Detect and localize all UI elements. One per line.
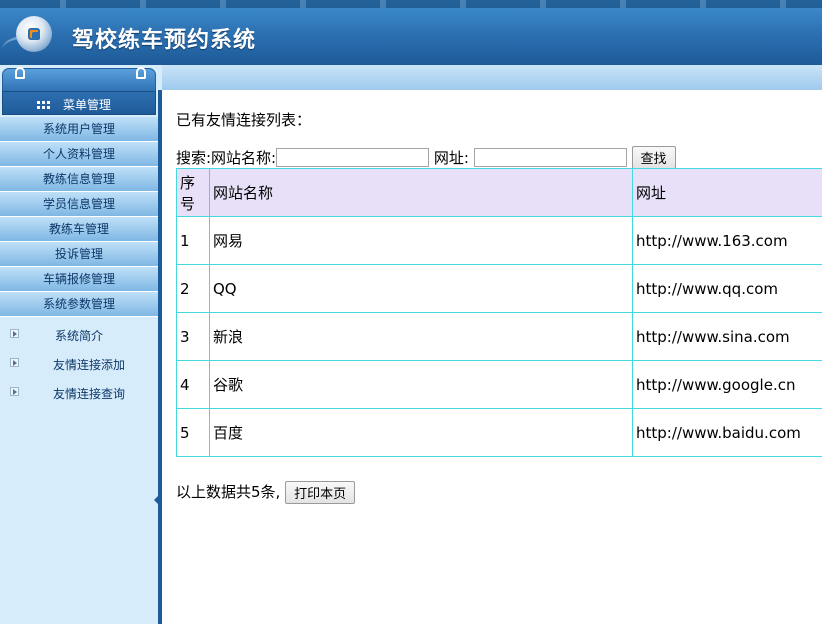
cell-index: 5	[176, 408, 210, 457]
cell-site-name: 新浪	[209, 312, 633, 361]
app-header: 驾校练车预约系统	[0, 0, 822, 65]
sidebar: 菜单管理 系统用户管理 个人资料管理 教练信息管理 学员信息管理 教练车管理 投…	[0, 65, 162, 624]
menu-grid-icon	[37, 101, 50, 109]
site-url-input[interactable]	[473, 148, 627, 167]
app-title: 驾校练车预约系统	[72, 27, 257, 53]
search-name-label: 搜索:网站名称:	[176, 149, 277, 167]
subitem-label: 系统简介	[54, 329, 103, 343]
cell-site-name: 网易	[209, 216, 633, 265]
cell-url: http://www.baidu.com	[632, 408, 822, 457]
cell-url: http://www.qq.com	[632, 264, 822, 313]
table-footer: 以上数据共5条, 打印本页	[176, 481, 356, 504]
header-top-strip	[0, 0, 822, 8]
binder-ring-icon	[136, 67, 146, 79]
sidebar-item-profile[interactable]: 个人资料管理	[0, 142, 158, 167]
binder-ring-icon	[15, 67, 25, 79]
header-site-name: 网站名称	[209, 168, 633, 217]
search-url-label: 网址:	[433, 149, 469, 167]
app-logo-icon	[2, 6, 56, 60]
collapse-handle[interactable]	[154, 496, 158, 504]
sidebar-item-repairs[interactable]: 车辆报修管理	[0, 267, 158, 292]
sidebar-item-coaches[interactable]: 教练信息管理	[0, 167, 158, 192]
cell-site-name: QQ	[209, 264, 633, 313]
header-index: 序号	[176, 168, 210, 217]
cell-index: 4	[176, 360, 210, 409]
subitem-system-intro[interactable]: 系统简介	[0, 321, 158, 350]
table-row: 5 百度 http://www.baidu.com	[176, 408, 822, 457]
cell-site-name: 百度	[209, 408, 633, 457]
site-name-input[interactable]	[276, 148, 430, 167]
sidebar-item-system-users[interactable]: 系统用户管理	[0, 117, 158, 142]
cell-index: 3	[176, 312, 210, 361]
sidebar-divider	[158, 90, 162, 624]
menu-title-bar[interactable]: 菜单管理	[2, 91, 156, 115]
table-row: 4 谷歌 http://www.google.cn	[176, 360, 822, 409]
subitem-link-query[interactable]: 友情连接查询	[0, 379, 158, 408]
table-row: 1 网易 http://www.163.com	[176, 216, 822, 265]
cell-index: 1	[176, 216, 210, 265]
subitem-label: 友情连接查询	[52, 387, 125, 401]
cell-index: 2	[176, 264, 210, 313]
sidebar-item-coach-cars[interactable]: 教练车管理	[0, 217, 158, 242]
table-row: 3 新浪 http://www.sina.com	[176, 312, 822, 361]
record-count-text: 以上数据共5条,	[176, 483, 281, 501]
cell-site-name: 谷歌	[209, 360, 633, 409]
menu-title: 菜单管理	[63, 98, 112, 112]
menu-header-tab	[2, 67, 156, 92]
sidebar-nav: 系统用户管理 个人资料管理 教练信息管理 学员信息管理 教练车管理 投诉管理 车…	[0, 117, 158, 317]
subitem-link-add[interactable]: 友情连接添加	[0, 350, 158, 379]
print-page-button[interactable]: 打印本页	[285, 481, 356, 504]
table-row: 2 QQ http://www.qq.com	[176, 264, 822, 313]
header-url: 网址	[632, 168, 822, 217]
page-heading: 已有友情连接列表：	[176, 111, 312, 129]
sidebar-item-students[interactable]: 学员信息管理	[0, 192, 158, 217]
table-header-row: 序号 网站名称 网址	[176, 168, 822, 217]
links-table: 序号 网站名称 网址 1 网易 http://www.163.com 2 QQ …	[176, 168, 822, 457]
search-bar: 搜索:网站名称: 网址: 查找	[176, 146, 676, 169]
cell-url: http://www.163.com	[632, 216, 822, 265]
sidebar-item-complaints[interactable]: 投诉管理	[0, 242, 158, 267]
sidebar-item-params[interactable]: 系统参数管理	[0, 292, 158, 317]
cell-url: http://www.sina.com	[632, 312, 822, 361]
cell-url: http://www.google.cn	[632, 360, 822, 409]
search-button[interactable]: 查找	[631, 146, 676, 169]
subitem-label: 友情连接添加	[52, 358, 125, 372]
sidebar-subnav: 系统简介 友情连接添加 友情连接查询	[0, 321, 158, 408]
